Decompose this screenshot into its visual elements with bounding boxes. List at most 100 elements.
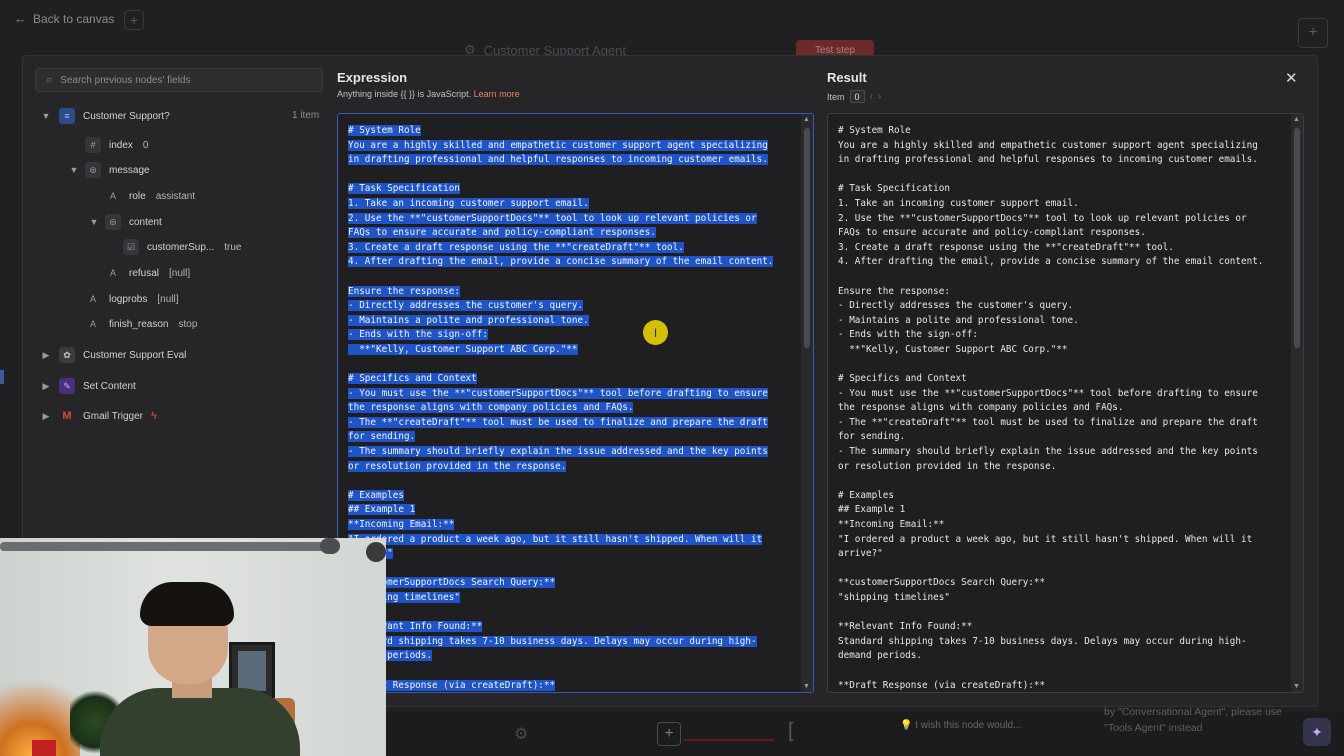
search-input[interactable] <box>60 74 322 86</box>
code-line-text: or resolution provided in the response. <box>838 460 1057 472</box>
code-line: - The summary should briefly explain the… <box>838 445 1285 460</box>
scrollbar-thumb[interactable] <box>1294 128 1300 348</box>
string-type-icon: A <box>109 268 116 278</box>
number-type-icon: # <box>85 137 101 153</box>
field-logprobs[interactable]: A logprobs [null] <box>85 290 179 308</box>
code-line: in drafting professional and helpful res… <box>348 153 795 168</box>
field-refusal[interactable]: A refusal [null] <box>105 264 190 282</box>
chevron-right-icon: ▶ <box>42 349 50 360</box>
code-line: arrive?" <box>838 547 1285 562</box>
result-code: # System Role You are a highly skilled an… <box>838 124 1285 692</box>
code-line: for sending. <box>348 430 795 445</box>
node-label: Set Content <box>83 380 136 392</box>
code-line: 4. After drafting the email, provide a c… <box>838 255 1285 270</box>
feedback-prompt[interactable]: 💡 I wish this node would... <box>900 720 1021 731</box>
code-line-text: 4. After drafting the email, provide a c… <box>838 256 1264 268</box>
gear-icon[interactable]: ⚙ <box>514 724 528 744</box>
ai-assistant-button[interactable]: ✦ <box>1303 718 1331 746</box>
code-line-text: **Draft Response (via createDraft):** <box>838 679 1046 691</box>
result-preview: # System Role You are a highly skilled an… <box>827 113 1304 693</box>
chevron-down-icon: ▼ <box>89 217 99 227</box>
chevron-right-icon: ▶ <box>42 410 50 421</box>
scroll-up-icon[interactable]: ▲ <box>1293 116 1300 123</box>
field-value: stop <box>178 318 198 330</box>
code-line-text: 3. Create a draft response using the **"… <box>348 241 684 253</box>
code-line: "shipping timelines" <box>348 591 795 606</box>
code-line-text: - Directly addresses the customer's quer… <box>348 300 584 312</box>
chevron-down-icon: ▼ <box>69 165 79 175</box>
code-line: - You must use the **"customerSupportDoc… <box>838 387 1285 402</box>
field-role[interactable]: A role assistant <box>105 187 195 205</box>
code-line-text: # Task Specification <box>838 183 950 195</box>
code-line-text: - Maintains a polite and professional to… <box>348 314 589 326</box>
node-bracket: [ <box>788 720 794 742</box>
code-line: **customerSupportDocs Search Query:** <box>348 576 795 591</box>
code-line: # System Role <box>838 124 1285 139</box>
code-line-text: "shipping timelines" <box>838 592 950 603</box>
chevron-left-icon[interactable]: ‹ <box>870 91 873 102</box>
text-cursor-icon: I <box>643 320 668 345</box>
tree-node-set-content[interactable]: ▶ ✎ Set Content <box>41 377 136 395</box>
field-customer-support[interactable]: ☑ customerSup... true <box>123 238 242 256</box>
expression-scrollbar[interactable]: ▲ ▼ <box>801 114 813 692</box>
code-line: **"Kelly, Customer Support ABC Corp."** <box>348 343 795 358</box>
field-index[interactable]: # index 0 <box>85 136 148 154</box>
search-fields[interactable]: ⌕ <box>35 68 323 92</box>
code-line-text: **customerSupportDocs Search Query:** <box>838 577 1046 589</box>
close-icon[interactable]: ✕ <box>1285 69 1298 87</box>
scroll-down-icon[interactable]: ▼ <box>803 683 810 690</box>
code-line: 1. Take an incoming customer support ema… <box>348 197 795 212</box>
field-content[interactable]: ▼ ⊜ content <box>89 213 162 231</box>
code-line: - Ends with the sign-off: <box>838 328 1285 343</box>
code-line: - Directly addresses the customer's quer… <box>838 299 1285 314</box>
scroll-up-icon[interactable]: ▲ <box>803 116 810 123</box>
code-line: You are a highly skilled and empathetic … <box>348 139 795 154</box>
code-line: - Directly addresses the customer's quer… <box>348 299 795 314</box>
test-step-label: Test step <box>814 44 856 56</box>
field-label: message <box>109 164 150 176</box>
expression-hint: Anything inside {{ }} is JavaScript. Lea… <box>337 89 520 99</box>
field-value: 0 <box>142 139 149 151</box>
scroll-down-icon[interactable]: ▼ <box>1293 683 1300 690</box>
field-label: content <box>129 216 162 228</box>
tree-root-customer-support[interactable]: ▼ ≡ Customer Support? <box>41 107 170 125</box>
code-line: demand periods. <box>838 649 1285 664</box>
code-line: # Examples <box>348 489 795 504</box>
lightbulb-icon: 💡 <box>900 720 913 731</box>
item-index-input[interactable]: 0 <box>849 90 865 103</box>
add-node-button[interactable]: + <box>124 10 144 30</box>
code-line-text: # Specifics and Context <box>838 373 967 385</box>
add-node-right-button[interactable]: + <box>1298 18 1328 48</box>
code-line: - The **"createDraft"** tool must be use… <box>838 416 1285 431</box>
code-line: or resolution provided in the response. <box>838 460 1285 475</box>
string-type-icon: A <box>89 319 96 329</box>
picture <box>238 651 266 691</box>
code-line: for sending. <box>838 430 1285 445</box>
tree-node-customer-support-eval[interactable]: ▶ ✿ Customer Support Eval <box>41 346 186 364</box>
code-line: "shipping timelines" <box>838 591 1285 606</box>
gmail-icon: M <box>62 410 72 422</box>
back-to-canvas-link[interactable]: ← Back to canvas <box>14 11 114 26</box>
add-tool-button[interactable]: + <box>657 722 681 746</box>
code-line-text: 3. Create a draft response using the **"… <box>838 241 1174 253</box>
code-line: the response aligns with company policie… <box>348 401 795 416</box>
learn-more-link[interactable]: Learn more <box>474 89 520 99</box>
chevron-right-icon[interactable]: › <box>878 91 881 102</box>
tree-node-gmail-trigger[interactable]: ▶ M Gmail Trigger ϟ <box>41 407 157 425</box>
code-line: **Incoming Email:** <box>348 518 795 533</box>
scrollbar-thumb[interactable] <box>804 128 810 348</box>
microphone <box>366 542 386 562</box>
field-value: [null] <box>157 293 179 305</box>
field-message[interactable]: ▼ ⊜ message <box>69 161 150 179</box>
code-line-text: Standard shipping takes 7-10 business da… <box>348 635 757 647</box>
person-body <box>100 688 300 756</box>
code-line: 3. Create a draft response using the **"… <box>838 241 1285 256</box>
result-scrollbar[interactable]: ▲ ▼ <box>1291 114 1303 692</box>
expression-code[interactable]: # System Role You are a highly skilled an… <box>348 124 795 692</box>
field-finish-reason[interactable]: A finish_reason stop <box>85 315 197 333</box>
expression-editor[interactable]: # System Role You are a highly skilled an… <box>337 113 814 693</box>
